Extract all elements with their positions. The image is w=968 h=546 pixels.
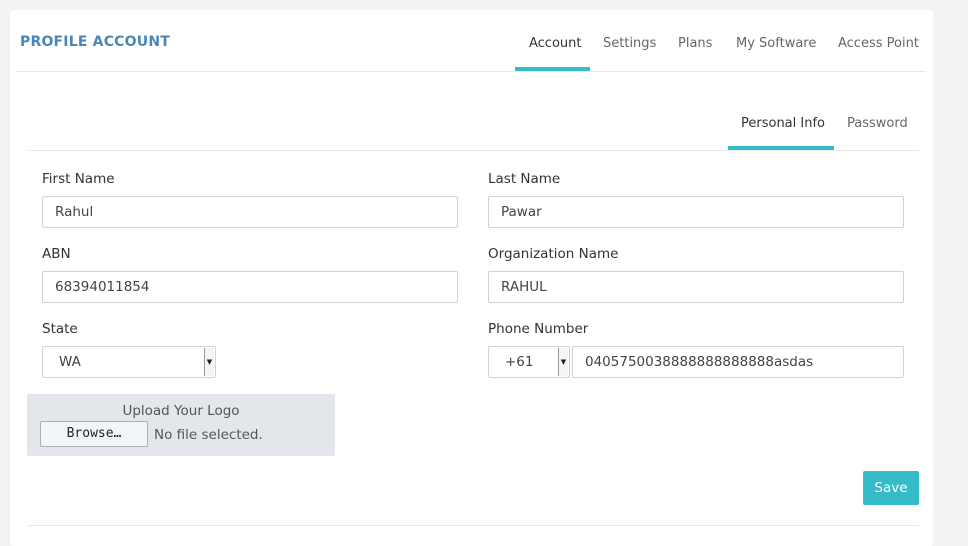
organization-name-input[interactable]: RAHUL: [488, 271, 904, 303]
page-title: PROFILE ACCOUNT: [20, 34, 170, 50]
browse-button[interactable]: Browse…: [40, 421, 148, 447]
subtab-password[interactable]: Password: [847, 116, 908, 131]
phone-number-label: Phone Number: [488, 321, 589, 337]
state-selected-value: WA: [59, 354, 81, 370]
tab-settings[interactable]: Settings: [603, 36, 656, 51]
subtab-divider: [28, 150, 919, 151]
abn-input[interactable]: 68394011854: [42, 271, 458, 303]
tab-my-software[interactable]: My Software: [736, 36, 816, 51]
upload-logo-label: Upload Your Logo: [122, 403, 240, 419]
organization-name-label: Organization Name: [488, 246, 619, 262]
subtab-personal-info[interactable]: Personal Info: [741, 116, 825, 131]
country-code-select[interactable]: +61 ▼: [488, 346, 570, 378]
tab-account[interactable]: Account: [529, 36, 582, 51]
save-button[interactable]: Save: [863, 471, 919, 505]
footer-divider: [28, 525, 919, 526]
phone-number-input[interactable]: 0405750038888888888888asdas: [572, 346, 904, 378]
file-status-text: No file selected.: [154, 427, 263, 443]
first-name-label: First Name: [42, 171, 115, 187]
header-divider: [16, 71, 926, 72]
logo-upload-area: Upload Your Logo Browse… No file selecte…: [27, 394, 335, 456]
tab-plans[interactable]: Plans: [678, 36, 712, 51]
country-code-value: +61: [505, 354, 534, 370]
last-name-label: Last Name: [488, 171, 561, 187]
tab-access-point[interactable]: Access Point: [838, 36, 919, 51]
last-name-input[interactable]: Pawar: [488, 196, 904, 228]
state-label: State: [42, 321, 78, 337]
first-name-input[interactable]: Rahul: [42, 196, 458, 228]
chevron-down-icon: ▼: [558, 348, 568, 376]
state-select[interactable]: WA ▼: [42, 346, 216, 378]
chevron-down-icon: ▼: [204, 348, 214, 376]
abn-label: ABN: [42, 246, 71, 262]
